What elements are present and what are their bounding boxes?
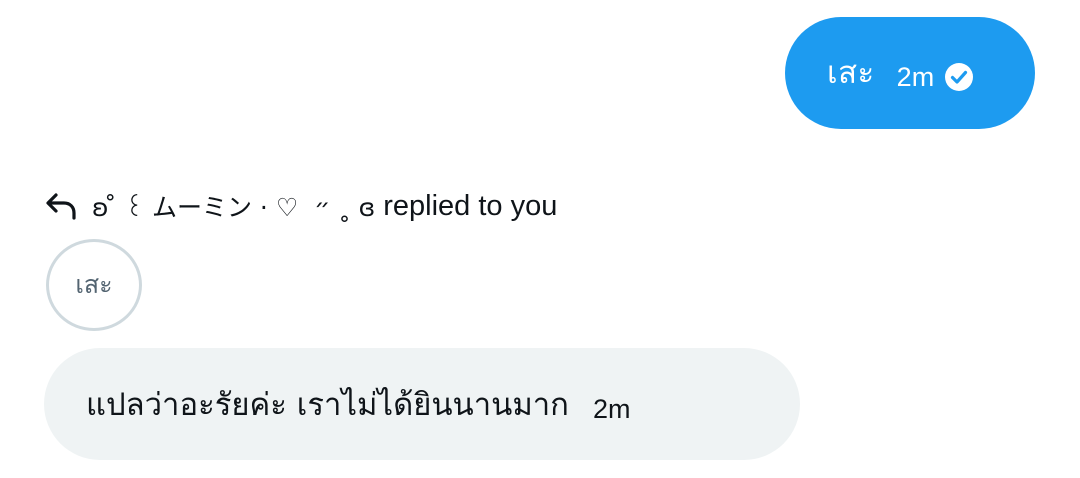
reply-arrow-icon bbox=[44, 191, 78, 221]
incoming-message-time: 2m bbox=[592, 393, 631, 424]
incoming-message-bubble[interactable]: แปลว่าอะรัยค่ะ เราไม่ได้ยินนานมาก 2m bbox=[44, 348, 800, 460]
check-circle-icon bbox=[944, 62, 974, 92]
reply-header: ʚ ̊ ꒰ ムーミン · ♡ ״ ˳ ɞ replied to you bbox=[44, 186, 557, 226]
incoming-message-text: แปลว่าอะรัยค่ะ เราไม่ได้ยินนานมาก bbox=[86, 387, 569, 423]
quoted-message-text: เสะ bbox=[75, 270, 113, 299]
reply-author-name[interactable]: ʚ ̊ ꒰ ムーミン · ♡ ״ ˳ ɞ bbox=[92, 188, 375, 224]
outgoing-message-bubble[interactable]: เสะ 2m bbox=[785, 17, 1035, 129]
quoted-message[interactable]: เสะ bbox=[46, 239, 142, 331]
dm-conversation: { "messages": { "outgoing": { "text": "เ… bbox=[0, 0, 1080, 478]
outgoing-message-text: เสะ bbox=[827, 54, 875, 91]
outgoing-message-time: 2m bbox=[896, 61, 935, 92]
reply-label: replied to you bbox=[383, 189, 558, 222]
